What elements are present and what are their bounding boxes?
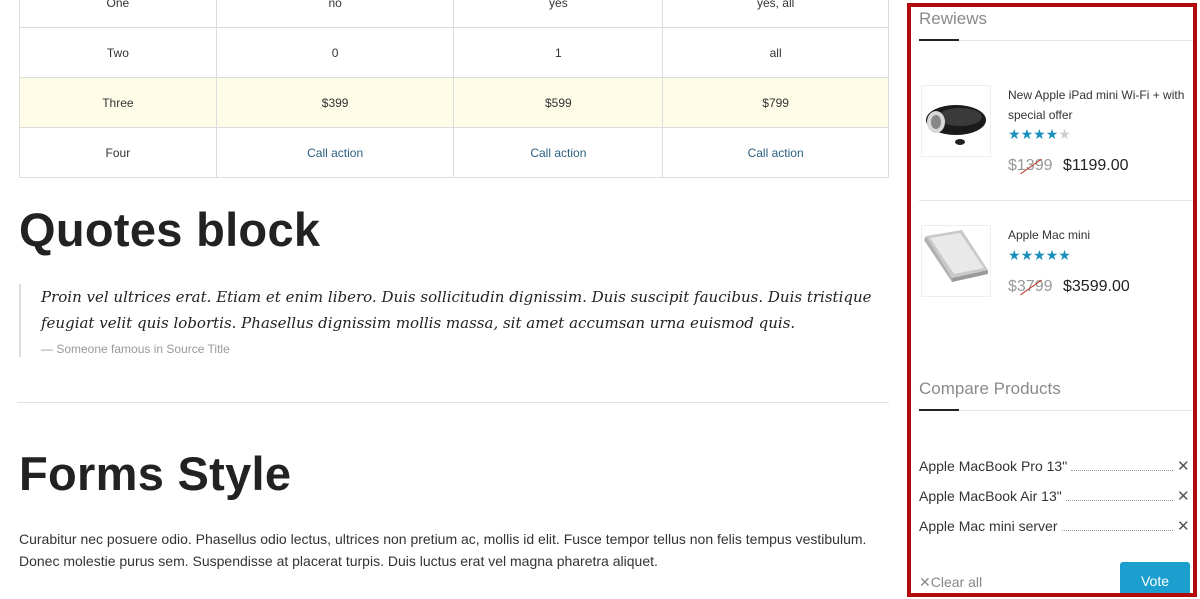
product-name-link[interactable]: New Apple iPad mini Wi-Fi + with special…: [1008, 85, 1193, 125]
table-cell: 1: [453, 27, 664, 78]
compare-title: Compare Products: [919, 379, 1061, 398]
reviews-title: Rewiews: [919, 9, 988, 28]
product-thumbnail[interactable]: [921, 85, 991, 157]
star-filled-icon: ★: [1008, 126, 1021, 142]
dotted-leader: [1061, 529, 1173, 531]
price-cell: $799: [662, 77, 889, 128]
compare-item-link[interactable]: Apple Mac mini server: [919, 518, 1058, 534]
title-divider: [919, 40, 1193, 41]
table-cell: Call action: [215, 127, 455, 178]
star-filled-icon: ★: [1058, 247, 1071, 263]
table-cell: One: [19, 0, 217, 28]
star-filled-icon: ★: [1020, 247, 1034, 263]
remove-icon[interactable]: ✕: [1177, 487, 1190, 505]
dotted-leader: [1071, 469, 1173, 471]
vote-button[interactable]: Vote: [1120, 562, 1190, 593]
review-product: Apple Mac mini ★★★★★ $3799 $3599.00: [919, 222, 1193, 302]
clear-all-link[interactable]: ✕Clear all: [919, 574, 982, 591]
old-price: $3799: [1008, 278, 1053, 295]
laptop-icon: [922, 226, 990, 296]
table-cell: 0: [215, 27, 455, 78]
table-cell: Four: [19, 127, 217, 178]
new-price: $3599.00: [1063, 278, 1130, 295]
compare-item: Apple MacBook Pro 13" ✕: [919, 456, 1190, 476]
speaker-icon: [922, 86, 990, 156]
price-cell: $599: [453, 77, 664, 128]
quotes-heading: Quotes block: [19, 203, 321, 256]
table-row: Two 0 1 all: [19, 27, 889, 78]
compare-item: Apple MacBook Air 13" ✕: [919, 486, 1190, 506]
forms-heading: Forms Style: [19, 447, 292, 500]
star-filled-icon: ★: [1033, 126, 1046, 142]
comparison-table: One no yes yes, all Two 0 1 all Three $3…: [19, 0, 889, 178]
compare-item-link[interactable]: Apple MacBook Pro 13": [919, 458, 1067, 474]
star-filled-icon: ★: [1033, 247, 1046, 263]
star-filled-icon: ★: [1045, 126, 1059, 142]
call-action-link[interactable]: Call action: [530, 146, 586, 160]
quote-text: Proin vel ultrices erat. Etiam et enim l…: [41, 288, 872, 332]
table-row: Four Call action Call action Call action: [19, 127, 889, 178]
product-thumbnail[interactable]: [921, 225, 991, 297]
call-action-link[interactable]: Call action: [748, 146, 804, 160]
new-price: $1199.00: [1063, 157, 1129, 174]
table-cell: Two: [19, 27, 217, 78]
price-cell: $399: [215, 77, 455, 128]
table-cell: all: [662, 27, 889, 78]
star-filled-icon: ★: [1008, 247, 1021, 263]
table-cell: no: [215, 0, 455, 28]
product-name-link[interactable]: Apple Mac mini: [1008, 225, 1193, 245]
compare-item-link[interactable]: Apple MacBook Air 13": [919, 488, 1062, 504]
dotted-leader: [1065, 499, 1173, 501]
remove-icon[interactable]: ✕: [1177, 517, 1190, 535]
table-cell: yes, all: [662, 0, 889, 28]
sidebar: Rewiews New Apple iPad mini Wi-Fi + with…: [907, 3, 1197, 597]
rating-stars: ★★★★★: [1008, 126, 1071, 143]
main-content: One no yes yes, all Two 0 1 all Three $3…: [17, 0, 889, 599]
table-row-highlighted: Three $399 $599 $799: [19, 77, 889, 128]
product-separator: [919, 200, 1193, 201]
table-cell: Call action: [453, 127, 664, 178]
star-empty-icon: ★: [1058, 126, 1071, 142]
title-accent: [919, 39, 959, 41]
section-divider: [17, 402, 889, 403]
review-product: New Apple iPad mini Wi-Fi + with special…: [919, 81, 1193, 201]
title-accent: [919, 409, 959, 411]
remove-icon[interactable]: ✕: [1177, 457, 1190, 475]
rating-stars: ★★★★★: [1008, 247, 1071, 264]
old-price: $1399: [1008, 157, 1053, 174]
title-divider: [919, 410, 1193, 411]
call-action-link[interactable]: Call action: [307, 146, 363, 160]
forms-paragraph: Curabitur nec posuere odio. Phasellus od…: [19, 531, 867, 569]
table-row: One no yes yes, all: [19, 0, 889, 28]
star-filled-icon: ★: [1045, 247, 1059, 263]
table-cell: Three: [19, 77, 217, 128]
clear-all-label: Clear all: [930, 574, 983, 590]
close-icon: ✕: [919, 574, 931, 590]
table-cell: yes: [453, 0, 664, 28]
star-filled-icon: ★: [1020, 126, 1034, 142]
table-cell: Call action: [662, 127, 889, 178]
quote-citation: — Someone famous in Source Title: [41, 342, 230, 356]
compare-item: Apple Mac mini server ✕: [919, 516, 1190, 536]
blockquote: Proin vel ultrices erat. Etiam et enim l…: [19, 284, 879, 357]
